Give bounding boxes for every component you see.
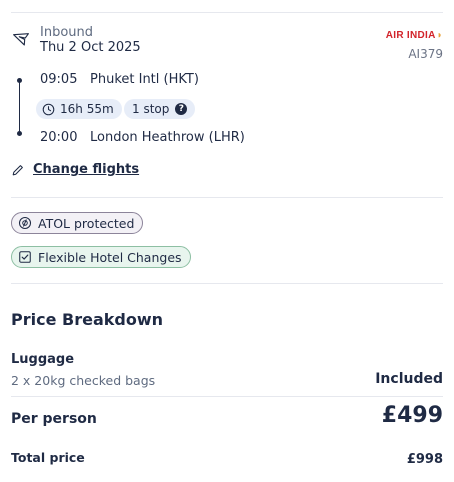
divider — [11, 283, 443, 284]
atol-badge: ATOL protected — [11, 212, 144, 234]
airline-logo: AIR INDIA◗ — [385, 30, 443, 41]
checkbox-icon — [19, 251, 31, 263]
top-divider — [11, 12, 443, 13]
luggage-detail: 2 x 20kg checked bags — [11, 373, 156, 388]
total-price-label: Total price — [11, 450, 85, 465]
luggage-value: Included — [375, 371, 443, 387]
clock-icon — [42, 103, 55, 115]
arrival-place: London Heathrow (LHR) — [90, 130, 245, 145]
divider — [11, 396, 443, 397]
change-flights-link[interactable]: Change flights — [11, 162, 139, 177]
luggage-label: Luggage — [11, 352, 75, 367]
change-flights-label[interactable]: Change flights — [33, 162, 139, 177]
atol-badge-text: ATOL protected — [38, 215, 135, 231]
flight-direction: Inbound — [40, 25, 94, 40]
flexible-hotel-badge: Flexible Hotel Changes — [11, 246, 191, 268]
arrival-dot — [17, 131, 22, 136]
stops-text: 1 stop — [132, 102, 170, 116]
duration-text: 16h 55m — [60, 102, 114, 116]
price-breakdown-title: Price Breakdown — [11, 310, 163, 329]
plane-icon — [13, 33, 29, 46]
pencil-icon — [12, 164, 23, 175]
total-price-value: £998 — [406, 452, 443, 467]
flight-number: AI379 — [408, 47, 443, 61]
flight-date: Thu 2 Oct 2025 — [40, 40, 141, 55]
departure-time: 09:05 — [40, 72, 78, 87]
flexible-hotel-badge-text: Flexible Hotel Changes — [38, 249, 182, 265]
timeline-line — [19, 80, 20, 132]
help-icon[interactable]: ? — [175, 103, 188, 115]
atol-icon — [18, 216, 32, 230]
stops-pill[interactable]: 1 stop ? — [124, 99, 196, 119]
arrival-time: 20:00 — [40, 130, 78, 145]
per-person-label: Per person — [11, 411, 97, 427]
departure-dot — [17, 78, 22, 83]
divider — [11, 197, 443, 198]
duration-pill: 16h 55m — [36, 99, 122, 119]
per-person-value: £499 — [381, 403, 443, 428]
departure-place: Phuket Intl (HKT) — [90, 72, 199, 87]
